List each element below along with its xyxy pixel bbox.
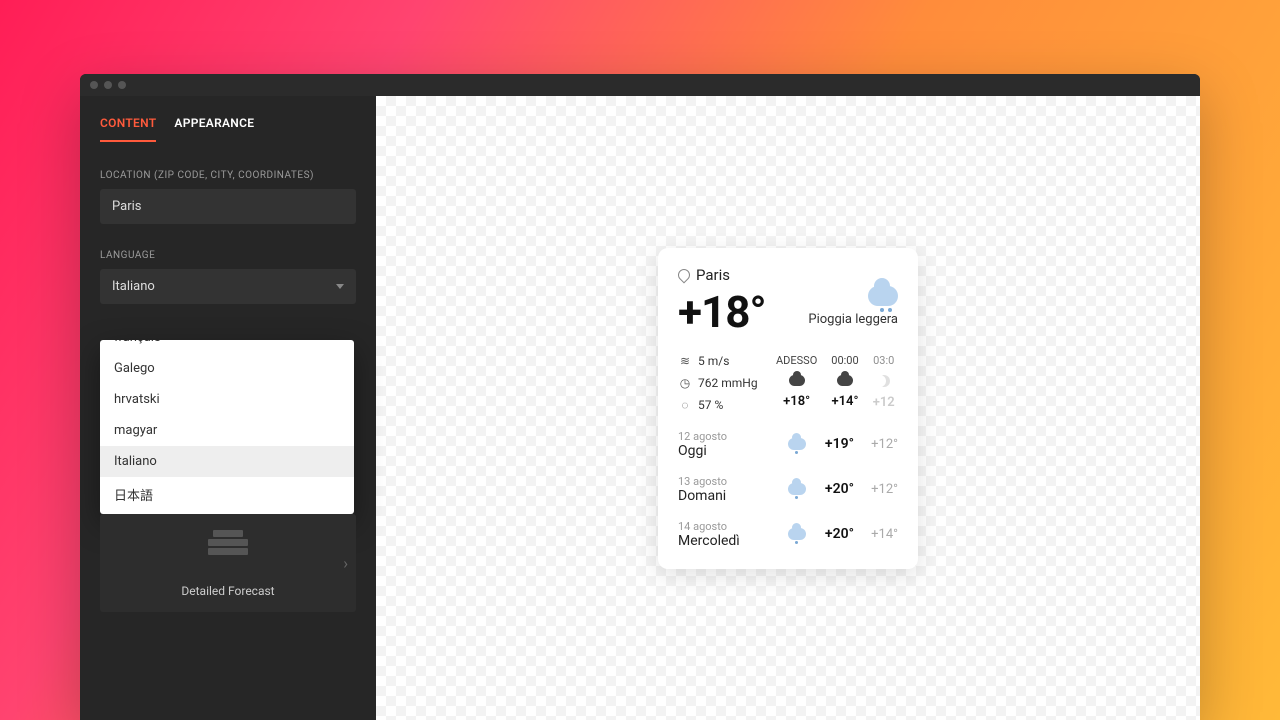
language-dropdown: français Galego hrvatski magyar Italiano… [100, 340, 354, 514]
day-name: Domani [678, 488, 778, 504]
language-label: LANGUAGE [100, 250, 356, 261]
tab-content[interactable]: CONTENT [100, 110, 156, 142]
chevron-right-icon[interactable]: › [343, 554, 348, 573]
window-titlebar [80, 74, 1200, 96]
day-date: 13 agosto [678, 475, 778, 488]
chevron-down-icon [336, 284, 344, 289]
hourly-next-icon[interactable]: › [897, 382, 898, 401]
traffic-light-min[interactable] [104, 81, 112, 89]
template-caption: Detailed Forecast [114, 584, 342, 598]
hourly-forecast: ADESSO +18° 00:00 +14° 03:0 +12 [776, 354, 898, 412]
rain-cloud-icon [868, 286, 898, 306]
hour-col: 03:0 +12 [873, 354, 895, 412]
hour-label: 00:00 [831, 354, 858, 367]
day-name: Mercoledì [678, 533, 778, 549]
app-window: CONTENT APPEARANCE LOCATION (ZIP CODE, C… [80, 74, 1200, 720]
humidity-value: 57 % [698, 398, 723, 412]
location-label: LOCATION (ZIP CODE, CITY, COORDINATES) [100, 170, 356, 181]
rain-cloud-icon [788, 528, 806, 540]
language-option[interactable]: Galego [100, 353, 354, 384]
daily-forecast: 12 agostoOggi +19° +12° 13 agostoDomani … [678, 430, 898, 549]
widget-temp: +18° [678, 286, 766, 338]
daily-row: 14 agostoMercoledì +20° +14° [678, 520, 898, 549]
hour-temp: +18° [783, 394, 810, 409]
hour-temp: +12 [873, 395, 895, 410]
hour-col: 00:00 +14° [831, 354, 858, 412]
location-input[interactable] [100, 189, 356, 224]
language-option[interactable]: magyar [100, 415, 354, 446]
tab-appearance[interactable]: APPEARANCE [174, 110, 254, 142]
pressure-icon: ◷ [678, 376, 692, 390]
traffic-light-max[interactable] [118, 81, 126, 89]
day-name: Oggi [678, 443, 778, 459]
day-low: +12° [864, 482, 898, 497]
daily-row: 12 agostoOggi +19° +12° [678, 430, 898, 459]
cloud-icon [789, 375, 805, 386]
weather-widget: Paris +18° Pioggia leggera ≋ 5 m/s ◷ 762 m… [658, 248, 918, 569]
day-low: +14° [864, 527, 898, 542]
hour-label: 03:0 [873, 354, 894, 367]
wind-icon: ≋ [678, 354, 692, 368]
config-sidebar: CONTENT APPEARANCE LOCATION (ZIP CODE, C… [80, 96, 376, 720]
day-high: +20° [816, 526, 854, 542]
hour-temp: +14° [831, 394, 858, 409]
daily-row: 13 agostoDomani +20° +12° [678, 475, 898, 504]
template-card[interactable]: Detailed Forecast › [100, 514, 356, 612]
preview-canvas: Paris +18° Pioggia leggera ≋ 5 m/s ◷ 762 m… [376, 96, 1200, 720]
day-high: +20° [816, 481, 854, 497]
language-select[interactable]: Italiano [100, 269, 356, 304]
day-date: 14 agosto [678, 520, 778, 533]
traffic-light-close[interactable] [90, 81, 98, 89]
rain-cloud-icon [788, 438, 806, 450]
day-date: 12 agosto [678, 430, 778, 443]
language-option[interactable]: hrvatski [100, 384, 354, 415]
language-selected: Italiano [112, 279, 155, 294]
language-option[interactable]: 日本語 [100, 477, 354, 512]
rain-cloud-icon [788, 483, 806, 495]
moon-icon [878, 375, 890, 387]
day-low: +12° [864, 437, 898, 452]
widget-city: Paris [696, 266, 730, 284]
language-option-selected[interactable]: Italiano [100, 446, 354, 477]
wind-value: 5 m/s [698, 354, 729, 368]
day-high: +19° [816, 436, 854, 452]
language-option[interactable]: français [100, 340, 354, 353]
hour-col: ADESSO +18° [776, 354, 817, 412]
widget-condition: Pioggia leggera [808, 312, 898, 327]
pressure-value: 762 mmHg [698, 376, 758, 390]
cloud-icon [837, 375, 853, 386]
template-thumb-icon [208, 530, 248, 566]
pin-icon [676, 266, 693, 283]
hour-label: ADESSO [776, 354, 817, 367]
humidity-icon: ◌ [678, 398, 692, 412]
